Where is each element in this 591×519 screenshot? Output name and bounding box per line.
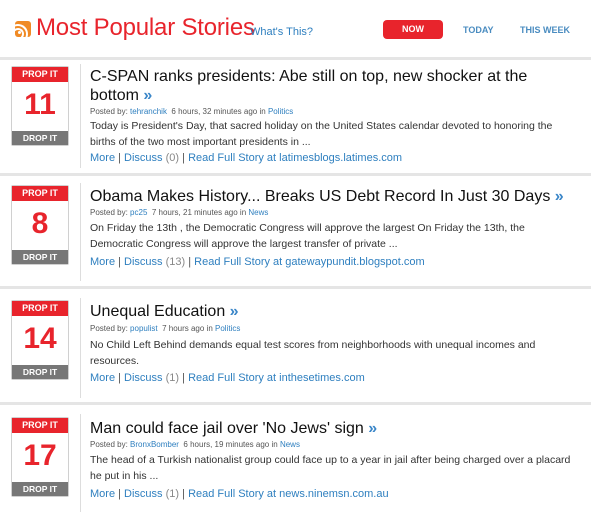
time-text: 6 hours, 19 minutes ago in [183, 440, 278, 449]
page-header: Most Popular Stories What's This? NOW TO… [0, 0, 591, 60]
story-divider [0, 402, 591, 405]
read-full-story-link[interactable]: Read Full Story at gatewaypundit.blogspo… [194, 256, 425, 268]
story-headline-text[interactable]: Man could face jail over 'No Jews' sign [90, 420, 364, 437]
more-link[interactable]: More [90, 152, 115, 164]
comment-count: (1) [165, 372, 180, 384]
time-text: 6 hours, 32 minutes ago in [171, 107, 266, 116]
vote-widget: PROP IT 14 DROP IT [11, 300, 69, 380]
raquo-icon[interactable]: » [230, 303, 239, 320]
vote-widget: PROP IT 17 DROP IT [11, 417, 69, 497]
story-actions: More | Discuss (1) | Read Full Story at … [90, 372, 365, 384]
read-full-story-link[interactable]: Read Full Story at inthesetimes.com [188, 372, 365, 384]
whats-this-link[interactable]: What's This? [250, 26, 313, 38]
discuss-link[interactable]: Discuss [124, 488, 163, 500]
more-link[interactable]: More [90, 372, 115, 384]
story-divider [0, 173, 591, 176]
story-headline[interactable]: Obama Makes History... Breaks US Debt Re… [90, 187, 580, 206]
read-full-story-link[interactable]: Read Full Story at news.ninemsn.com.au [188, 488, 389, 500]
story-actions: More | Discuss (1) | Read Full Story at … [90, 488, 389, 500]
posted-by-label: Posted by: [90, 107, 128, 116]
user-link[interactable]: BronxBomber [130, 440, 179, 449]
drop-it-button[interactable]: DROP IT [12, 250, 68, 264]
story-divider [0, 286, 591, 289]
discuss-link[interactable]: Discuss [124, 152, 163, 164]
header-divider [0, 57, 591, 60]
category-link[interactable]: News [248, 208, 268, 217]
category-link[interactable]: Politics [268, 107, 293, 116]
divider [80, 183, 81, 281]
story-headline[interactable]: Man could face jail over 'No Jews' sign … [90, 419, 580, 438]
story-meta: Posted by: tehranchik 6 hours, 32 minute… [90, 107, 293, 116]
posted-by-label: Posted by: [90, 440, 128, 449]
prop-it-button[interactable]: PROP IT [12, 301, 68, 316]
comment-count: (13) [165, 256, 186, 268]
more-link[interactable]: More [90, 488, 115, 500]
drop-it-button[interactable]: DROP IT [12, 131, 68, 145]
user-link[interactable]: tehranchik [130, 107, 167, 116]
story-headline-text[interactable]: Obama Makes History... Breaks US Debt Re… [90, 188, 550, 205]
time-text: 7 hours, 21 minutes ago in [151, 208, 247, 217]
comment-count: (0) [165, 152, 180, 164]
divider [80, 64, 81, 168]
story-actions: More | Discuss (0) | Read Full Story at … [90, 152, 403, 164]
posted-by-label: Posted by: [90, 324, 128, 333]
raquo-icon[interactable]: » [555, 188, 564, 205]
posted-by-label: Posted by: [90, 208, 128, 217]
user-link[interactable]: pc25 [130, 208, 147, 217]
story-meta: Posted by: pc25 7 hours, 21 minutes ago … [90, 208, 268, 217]
category-link[interactable]: News [280, 440, 300, 449]
story-summary: No Child Left Behind demands equal test … [90, 339, 536, 367]
story-headline[interactable]: C-SPAN ranks presidents: Abe still on to… [90, 67, 580, 105]
story-summary: Today is President's Day, that sacred ho… [90, 120, 553, 148]
discuss-link[interactable]: Discuss [124, 256, 163, 268]
vote-count: 11 [24, 88, 56, 121]
raquo-icon[interactable]: » [368, 420, 377, 437]
tab-today[interactable]: TODAY [463, 25, 494, 35]
prop-it-button[interactable]: PROP IT [12, 418, 68, 433]
user-link[interactable]: populist [130, 324, 158, 333]
story-headline-text[interactable]: Unequal Education [90, 303, 225, 320]
story-actions: More | Discuss (13) | Read Full Story at… [90, 256, 425, 268]
category-link[interactable]: Politics [215, 324, 240, 333]
prop-it-button[interactable]: PROP IT [12, 186, 68, 201]
time-text: 7 hours ago in [162, 324, 213, 333]
read-full-story-link[interactable]: Read Full Story at latimesblogs.latimes.… [188, 152, 402, 164]
vote-widget: PROP IT 8 DROP IT [11, 185, 69, 265]
story-summary: The head of a Turkish nationalist group … [90, 454, 571, 482]
drop-it-button[interactable]: DROP IT [12, 482, 68, 496]
divider [80, 414, 81, 512]
vote-widget: PROP IT 11 DROP IT [11, 66, 69, 146]
story-headline[interactable]: Unequal Education » [90, 302, 580, 321]
story-meta: Posted by: BronxBomber 6 hours, 19 minut… [90, 440, 300, 449]
discuss-link[interactable]: Discuss [124, 372, 163, 384]
tab-this-week[interactable]: THIS WEEK [520, 25, 570, 35]
tab-now[interactable]: NOW [383, 20, 443, 39]
prop-it-button[interactable]: PROP IT [12, 67, 68, 82]
drop-it-button[interactable]: DROP IT [12, 365, 68, 379]
page-title: Most Popular Stories [36, 14, 255, 41]
story-summary: On Friday the 13th , the Democratic Cong… [90, 222, 525, 250]
vote-count: 14 [23, 322, 57, 355]
raquo-icon[interactable]: » [143, 87, 152, 104]
comment-count: (1) [165, 488, 180, 500]
more-link[interactable]: More [90, 256, 115, 268]
vote-count: 8 [31, 207, 49, 240]
story-headline-text[interactable]: C-SPAN ranks presidents: Abe still on to… [90, 68, 527, 104]
vote-count: 17 [23, 439, 57, 472]
rss-icon[interactable] [15, 21, 31, 37]
divider [80, 298, 81, 398]
story-meta: Posted by: populist 7 hours ago in Polit… [90, 324, 240, 333]
